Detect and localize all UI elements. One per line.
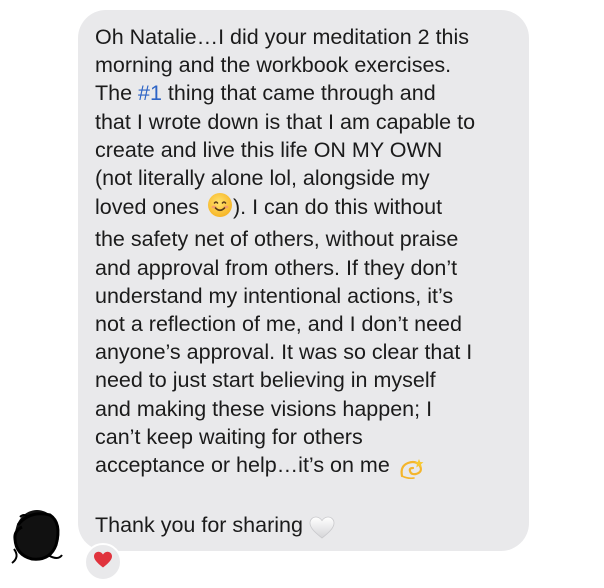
reply-line: Thank you for sharing: [95, 511, 515, 543]
message-line: (not literally alone lol, alongside my: [95, 166, 430, 191]
message-line-hashtag: The #1 thing that came through and: [95, 79, 515, 107]
message-line: and approval from others. If they don’t: [95, 255, 458, 280]
message-line: understand my intentional actions, it’s: [95, 283, 454, 308]
dizzy-icon: [392, 455, 426, 483]
message-text: acceptance or help…it’s on me: [95, 453, 390, 478]
message-text: loved ones: [95, 195, 199, 220]
message-line: the safety net of others, without praise: [95, 227, 459, 252]
message-line: can’t keep waiting for others: [95, 424, 363, 449]
message-line: anyone’s approval. It was so clear that …: [95, 340, 473, 365]
red-heart-icon: [93, 551, 113, 574]
message-bubble[interactable]: Oh Natalie…I did your meditation 2 this …: [78, 10, 529, 551]
message-text: The: [95, 81, 139, 106]
message-line: Oh Natalie…I did your meditation 2 this: [95, 25, 470, 49]
message-line: create and live this life ON MY OWN: [95, 137, 443, 162]
white-heart-icon: [305, 515, 335, 543]
reaction-badge[interactable]: [84, 543, 122, 581]
message-line: that I wrote down is that I am capable t…: [95, 109, 476, 134]
message-line-with-emoji: acceptance or help…it’s on me: [95, 451, 515, 483]
smiling-face-icon: [207, 192, 233, 225]
message-text: ). I can do this without: [232, 195, 443, 220]
avatar[interactable]: [10, 505, 64, 565]
message-line: not a reflection of me, and I don’t need: [95, 312, 462, 337]
reply-text: Thank you for sharing: [95, 513, 303, 538]
message-line: and making these visions happen; I: [95, 396, 433, 421]
message-text: thing that came through and: [161, 81, 436, 106]
message-line-with-emoji: loved ones ). I can do this without: [95, 192, 515, 225]
message-line: need to just start believing in myself: [95, 368, 436, 393]
message-line: morning and the workbook exercises.: [95, 53, 452, 78]
hashtag-link[interactable]: #1: [138, 81, 162, 105]
